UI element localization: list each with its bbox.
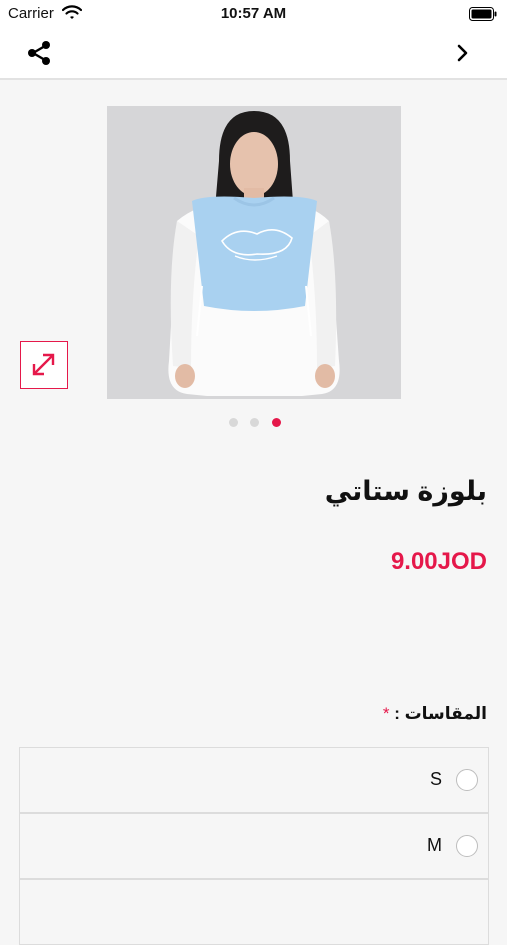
chevron-right-icon: [457, 44, 468, 62]
product-image[interactable]: [107, 106, 401, 399]
page-dot[interactable]: [229, 418, 238, 427]
product-title: بلوزة ستاتي: [324, 476, 487, 506]
size-option-m[interactable]: M: [19, 813, 489, 879]
status-bar: Carrier 10:57 AM: [0, 0, 507, 28]
size-option-s[interactable]: S: [19, 747, 489, 813]
expand-button[interactable]: [20, 341, 68, 389]
sizes-label-text: المقاسات :: [394, 704, 487, 723]
battery-icon: [469, 7, 497, 26]
gallery-pagination: [0, 418, 507, 428]
sizes-label: المقاسات : *: [383, 704, 487, 724]
size-option-label: M: [427, 835, 442, 855]
product-price: 9.00JOD: [390, 548, 487, 575]
size-option-next[interactable]: [19, 879, 489, 945]
required-mark: *: [382, 704, 390, 723]
forward-button[interactable]: [453, 40, 473, 66]
size-option-label: S: [429, 769, 442, 789]
status-time: 10:57 AM: [220, 5, 287, 22]
navigation-bar: [0, 28, 507, 80]
product-photo: [107, 106, 401, 399]
page-dot-active[interactable]: [272, 418, 281, 427]
radio-button[interactable]: [456, 769, 478, 791]
share-icon: [28, 41, 50, 65]
radio-button[interactable]: [456, 835, 478, 857]
share-button[interactable]: [24, 38, 54, 68]
expand-arrows-icon: [32, 353, 55, 376]
page-dot[interactable]: [250, 418, 259, 427]
